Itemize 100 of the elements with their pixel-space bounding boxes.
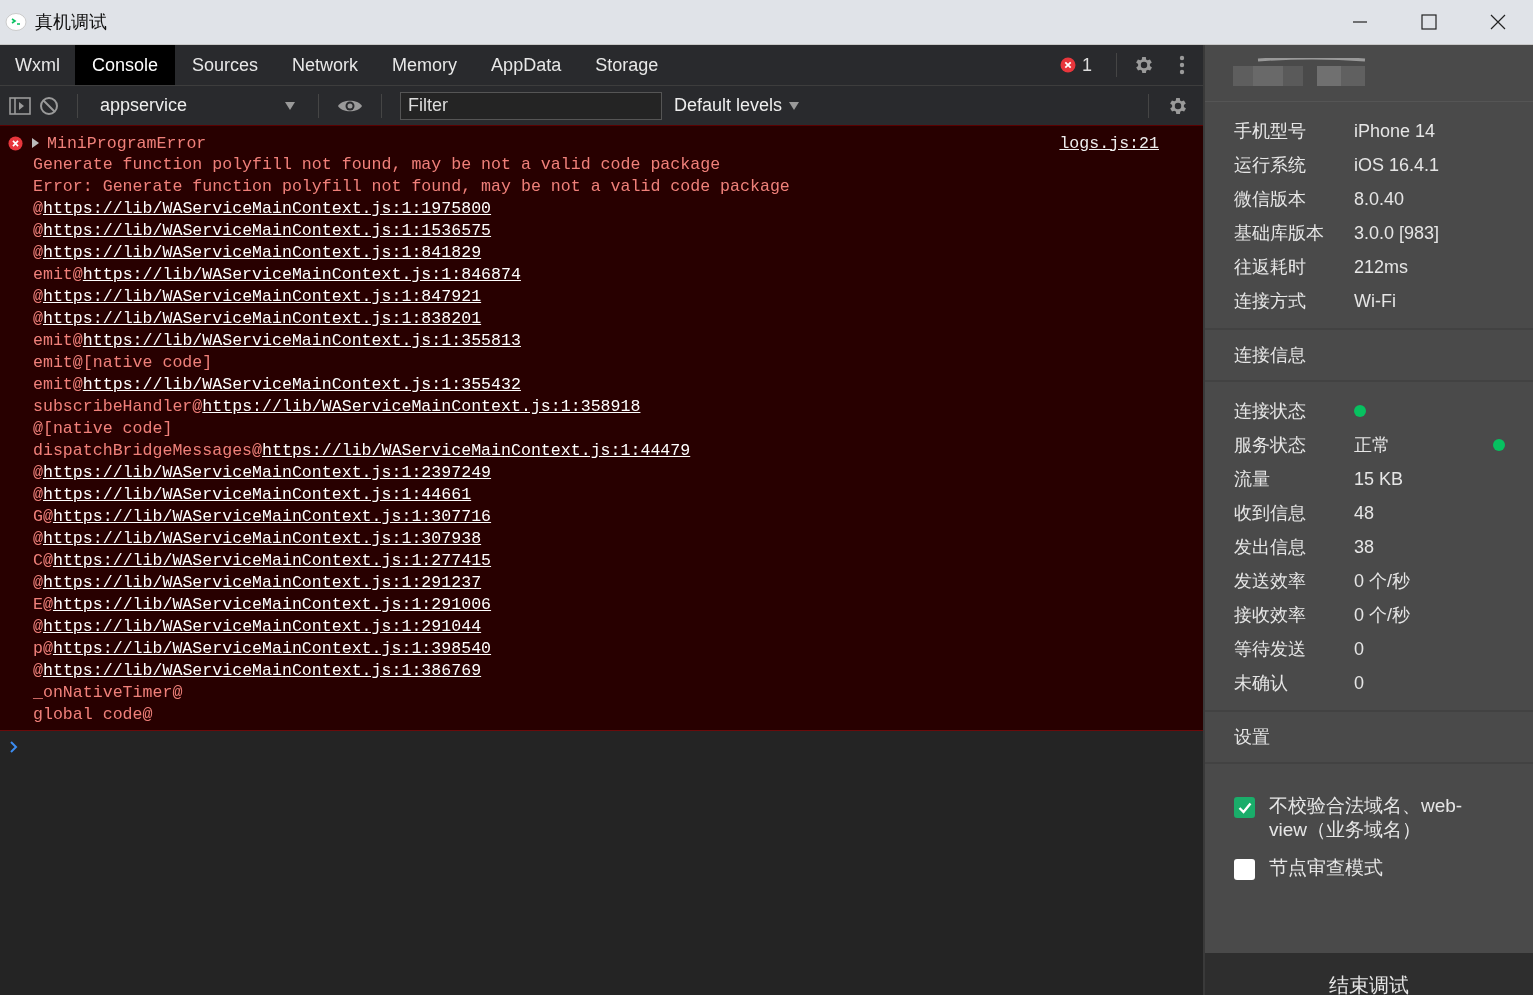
devtools-tab[interactable]: Memory (375, 45, 475, 85)
devtools-tab[interactable]: Console (75, 45, 176, 85)
stack-frame-name: emit@ (33, 331, 83, 350)
info-label: 服务状态 (1234, 434, 1307, 457)
error-text: Error: Generate function polyfill not found, may be not a valid code package (33, 177, 790, 196)
info-label: 未确认 (1234, 672, 1289, 695)
stack-frame-name: emit@ (33, 375, 83, 394)
info-value: 38 (1354, 536, 1375, 558)
info-value: iOS 16.4.1 (1354, 154, 1440, 176)
error-count[interactable]: 1 (1082, 54, 1092, 76)
info-label: 接收效率 (1234, 604, 1307, 627)
info-value: iPhone 14 (1354, 120, 1436, 142)
error-text: _onNativeTimer@ (33, 683, 183, 702)
info-value: Wi-Fi (1354, 290, 1396, 312)
stack-frame-link[interactable]: https://lib/WAServiceMainContext.js:1:277415 (52, 551, 492, 570)
stack-frame-name: dispatchBridgeMessages@ (33, 441, 263, 460)
stack-frame-name: @ (33, 199, 43, 218)
end-debug-button[interactable]: 结束调试 (1329, 972, 1409, 995)
info-label: 发出信息 (1234, 536, 1307, 559)
close-icon[interactable] (1490, 14, 1506, 30)
info-value: 15 KB (1354, 468, 1404, 490)
stack-frame-link[interactable]: https://lib/WAServiceMainContext.js:1:2397249 (42, 463, 492, 482)
maximize-icon[interactable] (1421, 14, 1437, 30)
stack-frame-link[interactable]: https://lib/WAServiceMainContext.js:1:841829 (42, 243, 482, 262)
devtools-tab[interactable]: Wxml (0, 45, 75, 85)
filter-field[interactable]: Filter (400, 91, 662, 120)
more-icon[interactable] (1179, 55, 1185, 75)
app-logo-icon (5, 12, 27, 32)
info-value: 48 (1354, 502, 1375, 524)
info-label: 微信版本 (1234, 188, 1307, 211)
source-link[interactable]: logs.js:21 (1059, 133, 1159, 153)
stack-frame-name: @ (33, 221, 43, 240)
info-value: 正常 (1354, 434, 1390, 457)
error-icon (8, 135, 23, 151)
info-label: 流量 (1234, 468, 1271, 491)
stack-frame-link[interactable]: https://lib/WAServiceMainContext.js:1:847921 (42, 287, 482, 306)
info-label: 运行系统 (1234, 154, 1307, 177)
stack-frame-link[interactable]: https://lib/WAServiceMainContext.js:1:386769 (42, 661, 482, 680)
expand-triangle-icon[interactable] (31, 138, 39, 148)
info-label: 连接方式 (1234, 290, 1307, 313)
stack-frame-name: C@ (33, 551, 53, 570)
context-select[interactable]: appservice (96, 95, 300, 116)
error-text: Generate function polyfill not found, may be not a valid code package (33, 155, 721, 174)
checkbox[interactable] (1234, 797, 1255, 818)
info-value: 3.0.0 [983] (1354, 222, 1440, 244)
stack-frame-name: G@ (33, 507, 53, 526)
stack-frame-name: p@ (33, 639, 53, 658)
prompt-chevron-icon[interactable] (10, 741, 18, 753)
option-label: 节点审查模式 (1269, 856, 1384, 880)
stack-frame-link[interactable]: https://lib/WAServiceMainContext.js:1:355813 (82, 331, 521, 350)
stack-frame-link[interactable]: https://lib/WAServiceMainContext.js:1:307938 (42, 529, 482, 548)
checkbox[interactable] (1234, 859, 1255, 880)
stack-frame-name: @ (33, 243, 43, 262)
stack-frame-name: @ (33, 529, 43, 548)
devtools-tab[interactable]: Storage (578, 45, 676, 85)
info-value: 0 (1354, 672, 1364, 694)
info-value: 0 (1354, 638, 1364, 660)
info-label: 连接状态 (1234, 400, 1307, 423)
stack-frame-link[interactable]: https://lib/WAServiceMainContext.js:1:291044 (42, 617, 482, 636)
stack-frame-name: @ (33, 287, 43, 306)
stack-frame-name: @ (33, 617, 43, 636)
stack-frame-link[interactable]: https://lib/WAServiceMainContext.js:1:307716 (52, 507, 492, 526)
info-label: 收到信息 (1234, 502, 1307, 525)
stack-frame-link[interactable]: https://lib/WAServiceMainContext.js:1:291006 (52, 595, 492, 614)
error-text: emit@[native code] (33, 353, 213, 372)
stack-frame-link[interactable]: https://lib/WAServiceMainContext.js:1:44479 (262, 441, 691, 460)
sidebar-toggle-icon[interactable] (9, 96, 31, 115)
stack-frame-name: @ (33, 573, 43, 592)
devtools-tab[interactable]: Network (275, 45, 376, 85)
info-label: 手机型号 (1234, 120, 1307, 143)
section-heading: 设置 (1234, 727, 1270, 747)
clear-icon[interactable] (39, 95, 59, 116)
stack-frame-link[interactable]: https://lib/WAServiceMainContext.js:1:838201 (42, 309, 482, 328)
info-value: 212ms (1354, 256, 1409, 278)
error-icon (1060, 57, 1076, 73)
stack-frame-link[interactable]: https://lib/WAServiceMainContext.js:1:1536575 (42, 221, 492, 240)
stack-frame-name: emit@ (33, 265, 83, 284)
stack-frame-name: @ (33, 309, 43, 328)
stack-frame-link[interactable]: https://lib/WAServiceMainContext.js:1:44661 (42, 485, 472, 504)
devtools-tab[interactable]: Sources (175, 45, 276, 85)
levels-dropdown[interactable]: Default levels (674, 95, 801, 116)
stack-frame-link[interactable]: https://lib/WAServiceMainContext.js:1:355432 (82, 375, 521, 394)
stack-frame-link[interactable]: https://lib/WAServiceMainContext.js:1:358918 (202, 397, 641, 416)
stack-frame-link[interactable]: https://lib/WAServiceMainContext.js:1:1975800 (42, 199, 492, 218)
info-label: 发送效率 (1234, 570, 1307, 593)
stack-frame-name: @ (33, 463, 43, 482)
stack-frame-link[interactable]: https://lib/WAServiceMainContext.js:1:291237 (42, 573, 482, 592)
option-label: 不校验合法域名、web-view（业务域名） (1269, 794, 1464, 842)
settings-icon[interactable] (1133, 54, 1155, 76)
stack-frame-link[interactable]: https://lib/WAServiceMainContext.js:1:398540 (52, 639, 492, 658)
section-heading: 连接信息 (1234, 345, 1306, 365)
info-value: 0 个/秒 (1354, 570, 1410, 593)
devtools-tab[interactable]: AppData (474, 45, 579, 85)
error-text: global code@ (33, 705, 153, 724)
info-label: 往返耗时 (1234, 256, 1307, 279)
error-title: MiniProgramError (47, 133, 207, 153)
stack-frame-link[interactable]: https://lib/WAServiceMainContext.js:1:846874 (82, 265, 521, 284)
error-text: @[native code] (33, 419, 173, 438)
stack-frame-name: @ (33, 485, 43, 504)
window-title: 真机调试 (35, 11, 107, 34)
